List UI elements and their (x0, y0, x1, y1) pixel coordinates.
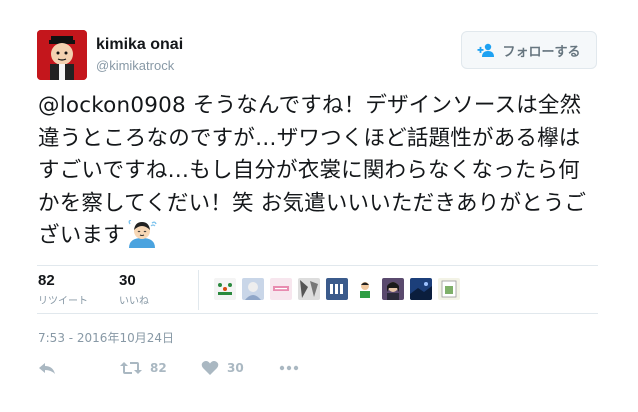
liker-avatars (214, 278, 460, 302)
divider-top (37, 265, 598, 266)
stats-separator (198, 270, 199, 310)
retweet-count: 82 (38, 272, 55, 289)
tweet-card: kimika onai @kimikatrock フォローする @lockon0… (0, 0, 638, 412)
more-icon (279, 365, 299, 371)
liker-avatar[interactable] (242, 278, 264, 300)
user-handle[interactable]: @kimikatrock (96, 58, 174, 73)
add-user-icon (477, 43, 495, 57)
like-button[interactable]: 30 (201, 356, 244, 380)
retweet-action-count: 82 (150, 361, 167, 375)
tweet-text: @lockon0908 そうなんですね！デザインソースは全然違うところなのですが… (38, 90, 598, 253)
divider-middle (37, 313, 598, 314)
avatar[interactable] (37, 30, 87, 80)
retweet-icon (120, 362, 142, 374)
retweet-button[interactable]: 82 (120, 356, 167, 380)
retweet-stat[interactable]: 82 リツイート (38, 272, 88, 307)
liker-avatar[interactable] (354, 278, 376, 300)
liker-avatar[interactable] (214, 278, 236, 300)
follow-button[interactable]: フォローする (461, 31, 597, 69)
like-label: いいね (119, 296, 149, 307)
follow-button-label: フォローする (502, 44, 581, 60)
reply-icon (39, 363, 55, 374)
user-name[interactable]: kimika onai (96, 36, 183, 54)
mention-link[interactable]: @lockon0908 (38, 93, 186, 118)
reply-button[interactable] (37, 356, 57, 380)
retweet-label: リツイート (38, 296, 88, 307)
avatar-image (37, 30, 87, 80)
heart-icon (201, 361, 219, 375)
like-stat[interactable]: 30 いいね (119, 272, 149, 307)
liker-avatar[interactable] (298, 278, 320, 300)
like-action-count: 30 (227, 361, 244, 375)
liker-avatar[interactable] (410, 278, 432, 300)
like-count: 30 (119, 272, 136, 289)
more-button[interactable] (279, 356, 299, 380)
relieved-person-emoji (128, 220, 157, 248)
liker-avatar[interactable] (382, 278, 404, 300)
tweet-actions: 82 30 (37, 356, 337, 380)
liker-avatar[interactable] (270, 278, 292, 300)
tweet-timestamp[interactable]: 7:53 - 2016年10月24日 (38, 329, 174, 346)
liker-avatar[interactable] (326, 278, 348, 300)
liker-avatar[interactable] (438, 278, 460, 300)
